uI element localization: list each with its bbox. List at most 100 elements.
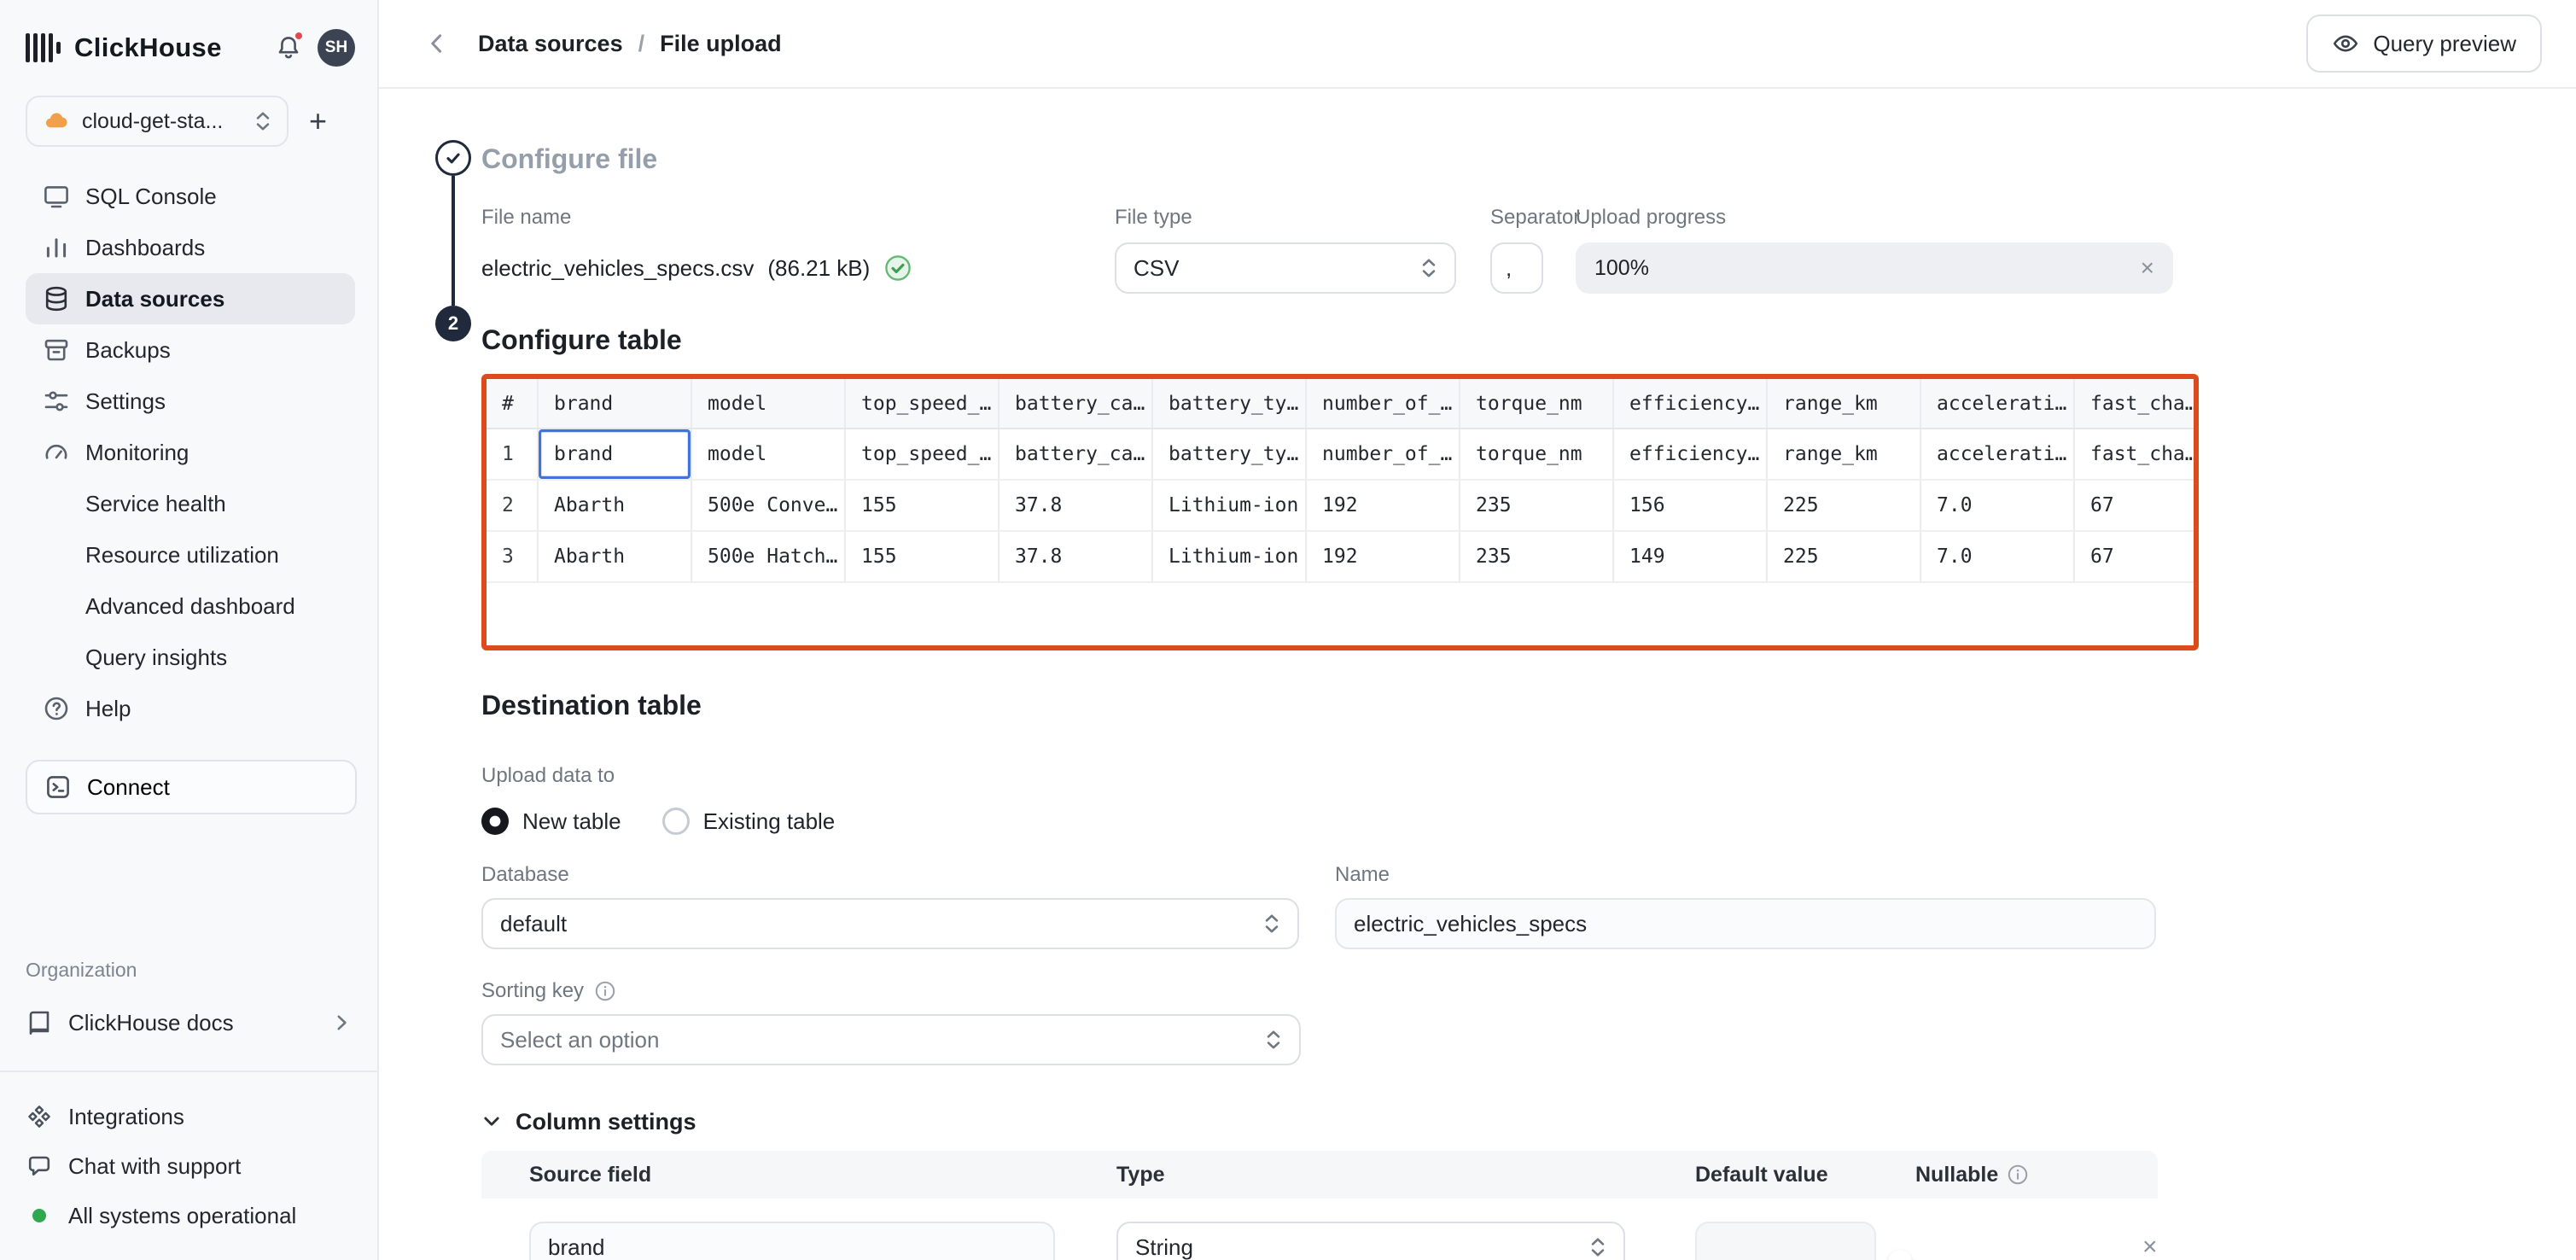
table-cell[interactable]: model — [691, 429, 845, 480]
sidebar-item-label: Settings — [85, 388, 166, 415]
table-cell[interactable]: Abarth — [538, 480, 691, 531]
clear-upload-icon[interactable]: × — [2141, 254, 2154, 282]
column-settings-toggle[interactable]: Column settings — [481, 1105, 2576, 1139]
sidebar-item-docs[interactable]: ClickHouse docs — [26, 1002, 352, 1043]
table-cell[interactable]: battery_ca… — [999, 429, 1152, 480]
table-cell[interactable]: 67 — [2074, 531, 2199, 582]
table-cell[interactable]: Lithium-ion — [1152, 480, 1306, 531]
table-cell[interactable]: 225 — [1767, 531, 1920, 582]
sidebar-item-dashboards[interactable]: Dashboards — [26, 222, 355, 273]
source-field-input[interactable] — [529, 1222, 1055, 1260]
database-value: default — [500, 911, 567, 937]
radio-existing-table[interactable]: Existing table — [662, 808, 836, 835]
table-cell[interactable]: 67 — [2074, 480, 2199, 531]
avatar[interactable]: SH — [318, 29, 355, 67]
radio-new-table[interactable]: New table — [481, 808, 621, 835]
sidebar-item-system-status[interactable]: All systems operational — [26, 1192, 352, 1240]
table-cell[interactable]: Lithium-ion — [1152, 531, 1306, 582]
table-cell[interactable]: 7.0 — [1920, 531, 2074, 582]
query-preview-button[interactable]: Query preview — [2306, 15, 2542, 73]
chevron-down-icon — [481, 1111, 502, 1132]
table-name-input[interactable] — [1335, 898, 2156, 949]
sidebar-item-help[interactable]: Help — [26, 683, 355, 734]
sidebar-item-label: Help — [85, 696, 131, 722]
table-cell[interactable]: 155 — [845, 480, 999, 531]
configure-table-title: Configure table — [481, 321, 2576, 359]
file-type-select[interactable]: CSV — [1115, 242, 1456, 294]
back-chevron-icon[interactable] — [423, 30, 451, 57]
table-cell[interactable]: 7.0 — [1920, 480, 2074, 531]
table-row: 2 Abarth 500e Conve… 155 37.8 Lithium-io… — [487, 480, 2199, 531]
table-cell[interactable]: range_km — [1767, 429, 1920, 480]
sidebar-item-integrations[interactable]: Integrations — [26, 1093, 352, 1140]
column-settings-label: Column settings — [516, 1109, 696, 1135]
breadcrumb-data-sources[interactable]: Data sources — [478, 31, 623, 57]
table-cell[interactable]: efficiency… — [1613, 429, 1767, 480]
destination-table-title: Destination table — [481, 686, 2576, 724]
table-cell[interactable]: 192 — [1306, 480, 1460, 531]
sidebar-item-data-sources[interactable]: Data sources — [26, 273, 355, 324]
service-selector[interactable]: cloud-get-sta... — [26, 96, 288, 147]
notification-dot — [294, 31, 304, 41]
table-cell[interactable]: 37.8 — [999, 480, 1152, 531]
separator-input[interactable] — [1490, 242, 1543, 294]
topbar: Data sources / File upload Query preview — [379, 0, 2576, 89]
database-label: Database — [481, 862, 1299, 888]
table-cell[interactable]: Abarth — [538, 531, 691, 582]
sorting-key-placeholder: Select an option — [500, 1027, 659, 1053]
sidebar-nav: SQL Console Dashboards Data sources Back… — [26, 171, 355, 734]
sidebar-item-monitoring[interactable]: Monitoring — [26, 427, 355, 478]
table-cell[interactable]: accelerati… — [1920, 429, 2074, 480]
table-cell[interactable]: fast_cha… — [2074, 429, 2199, 480]
preview-table-header-row: # brand model top_speed_… battery_ca… ba… — [487, 379, 2199, 429]
sidebar-item-advanced-dashboard[interactable]: Advanced dashboard — [26, 580, 355, 632]
table-cell[interactable]: torque_nm — [1460, 429, 1613, 480]
notifications-bell-icon[interactable] — [275, 34, 302, 61]
table-cell-selected[interactable]: brand — [538, 429, 691, 480]
table-cell[interactable]: top_speed_… — [845, 429, 999, 480]
integrations-icon — [26, 1103, 53, 1130]
sidebar-item-resource-utilization[interactable]: Resource utilization — [26, 529, 355, 580]
sidebar-item-query-insights[interactable]: Query insights — [26, 632, 355, 683]
sidebar-item-settings[interactable]: Settings — [26, 376, 355, 427]
table-cell[interactable]: 500e Conve… — [691, 480, 845, 531]
organization-section: Organization ClickHouse docs — [0, 959, 377, 1070]
table-cell[interactable]: 192 — [1306, 531, 1460, 582]
table-cell[interactable]: 155 — [845, 531, 999, 582]
default-value-input[interactable] — [1695, 1222, 1876, 1260]
table-cell[interactable]: 37.8 — [999, 531, 1152, 582]
sidebar-item-service-health[interactable]: Service health — [26, 478, 355, 529]
info-icon — [2007, 1164, 2029, 1186]
table-cell[interactable]: 235 — [1460, 480, 1613, 531]
preview-table: # brand model top_speed_… battery_ca… ba… — [487, 379, 2199, 583]
table-cell[interactable]: number_of_… — [1306, 429, 1460, 480]
table-cell[interactable]: 149 — [1613, 531, 1767, 582]
radio-unselected-icon — [662, 808, 690, 835]
dashboards-icon — [43, 234, 70, 261]
sidebar-item-backups[interactable]: Backups — [26, 324, 355, 376]
table-cell[interactable]: battery_ty… — [1152, 429, 1306, 480]
breadcrumb: Data sources / File upload — [478, 31, 782, 57]
chevron-updown-icon — [1420, 256, 1437, 280]
table-row: 3 Abarth 500e Hatch… 155 37.8 Lithium-io… — [487, 531, 2199, 582]
sidebar-item-label: SQL Console — [85, 184, 217, 210]
table-cell[interactable]: 156 — [1613, 480, 1767, 531]
column-header: torque_nm — [1460, 379, 1613, 429]
database-select[interactable]: default — [481, 898, 1299, 949]
sidebar-item-sql-console[interactable]: SQL Console — [26, 171, 355, 222]
table-cell[interactable]: 235 — [1460, 531, 1613, 582]
sidebar-footer: Integrations Chat with support All syste… — [0, 1070, 377, 1260]
sidebar: ClickHouse SH cloud-get-sta... — [0, 0, 379, 1260]
default-value-header: Default value — [1695, 1163, 1915, 1187]
column-header: accelerati… — [1920, 379, 2074, 429]
connect-button[interactable]: Connect — [26, 760, 357, 814]
table-cell[interactable]: 500e Hatch… — [691, 531, 845, 582]
table-cell[interactable]: 225 — [1767, 480, 1920, 531]
remove-column-icon[interactable]: × — [2142, 1233, 2158, 1260]
type-select[interactable]: String — [1116, 1222, 1625, 1260]
column-settings-row: String × — [481, 1199, 2158, 1260]
column-header: # — [487, 379, 538, 429]
add-service-button[interactable]: + — [309, 106, 327, 137]
sorting-key-select[interactable]: Select an option — [481, 1014, 1301, 1065]
sidebar-item-chat-support[interactable]: Chat with support — [26, 1142, 352, 1190]
